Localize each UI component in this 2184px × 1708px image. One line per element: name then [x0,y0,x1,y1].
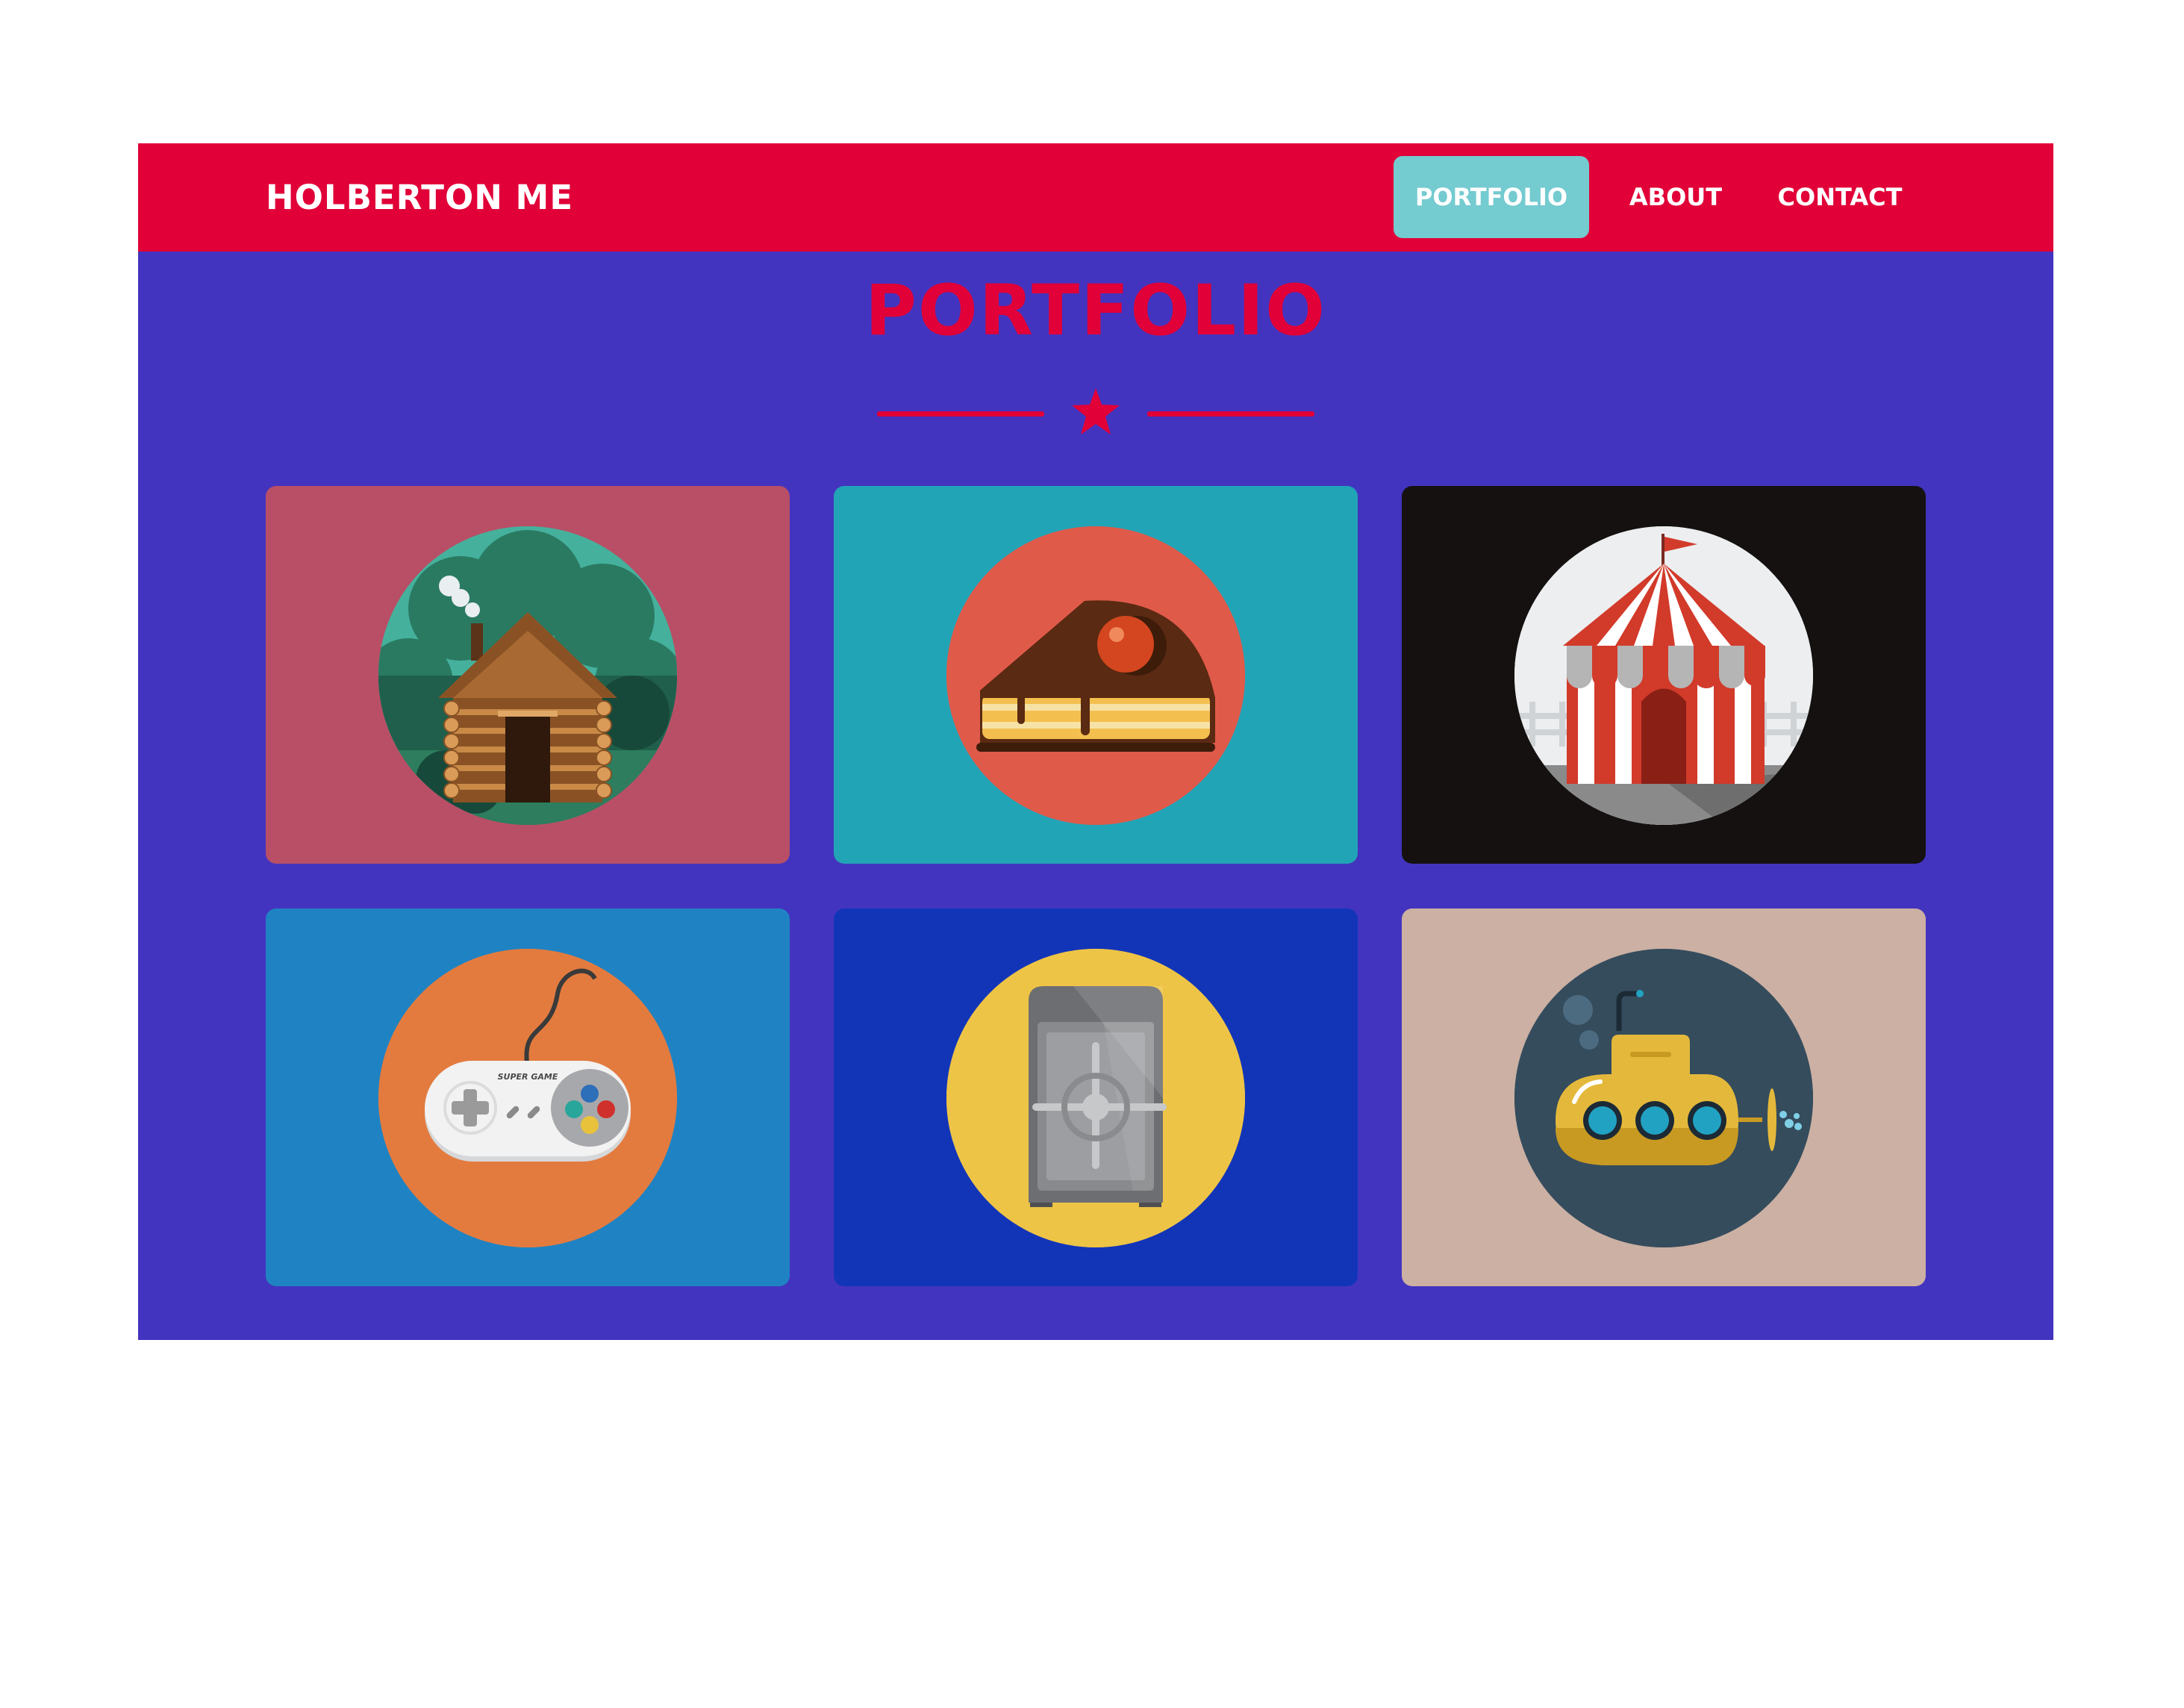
card-thumbnail [946,526,1245,825]
portfolio-card[interactable] [1402,486,1926,864]
portfolio-page: HOLBERTON ME PORTFOLIO ABOUT CONTACT POR… [138,143,2053,1340]
card-thumbnail [1514,949,1813,1247]
cake-slice-icon [946,526,1245,825]
star-icon [1072,388,1120,434]
divider-line-right [1147,411,1314,417]
nav-link-about[interactable]: ABOUT [1609,156,1743,238]
divider-line-left [877,411,1044,417]
portfolio-card[interactable] [266,486,790,864]
card-thumbnail [1514,526,1813,825]
card-thumbnail [946,949,1245,1247]
navbar: HOLBERTON ME PORTFOLIO ABOUT CONTACT [138,143,2053,252]
safe-icon [946,949,1245,1247]
portfolio-card[interactable]: SUPER GAME [266,908,790,1286]
submarine-icon [1514,949,1813,1247]
portfolio-card[interactable] [1402,908,1926,1286]
nav-link-portfolio[interactable]: PORTFOLIO [1394,156,1589,238]
circus-tent-icon [1514,526,1813,825]
controller-brand-text: SUPER GAME [498,1072,558,1082]
portfolio-card[interactable] [834,908,1358,1286]
card-thumbnail: SUPER GAME [378,949,677,1247]
log-cabin-icon [378,526,677,825]
brand-logo[interactable]: HOLBERTON ME [266,143,573,252]
portfolio-card[interactable] [834,486,1358,864]
nav-link-contact[interactable]: CONTACT [1762,156,1918,238]
section-title: PORTFOLIO [865,270,1326,352]
card-thumbnail [378,526,677,825]
game-controller-icon: SUPER GAME [378,949,677,1247]
